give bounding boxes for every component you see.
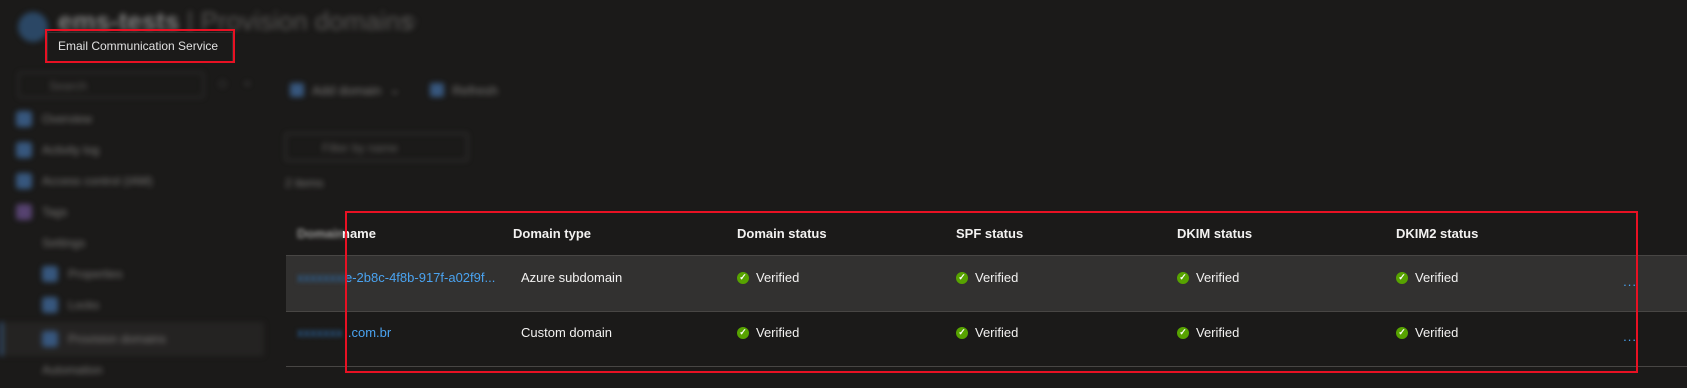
domain-type: Custom domain (521, 325, 613, 340)
sidebar-item-properties[interactable]: Properties (42, 263, 123, 285)
overview-icon (16, 111, 32, 127)
collapse-icon[interactable]: « (244, 76, 251, 90)
activity-log-icon (16, 142, 32, 158)
sidebar-group-settings[interactable]: Settings (16, 232, 85, 254)
more-actions-button[interactable]: ... (1623, 274, 1637, 289)
domain-status: ✓ Verified (737, 325, 799, 340)
column-header-domain-status[interactable]: Domain status (737, 226, 827, 241)
column-header-spf-status[interactable]: SPF status (956, 226, 1023, 241)
add-domain-button[interactable]: Add domain ⌄ (290, 82, 400, 98)
filter-input[interactable]: Filter by name (285, 133, 468, 161)
add-icon (290, 83, 304, 97)
pin-icon[interactable]: ✩ (403, 12, 418, 33)
column-header-name[interactable]: name (342, 226, 376, 241)
domain-name-hidden: xxxxxxx (297, 325, 343, 340)
domain-name-link[interactable]: e-2b8c-4f8b-917f-a02f9f... (345, 270, 495, 285)
check-circle-icon: ✓ (1396, 326, 1408, 339)
sidebar-item-tags[interactable]: Tags (16, 201, 67, 223)
check-circle-icon: ✓ (737, 271, 749, 284)
tooltip-highlight-box (45, 29, 235, 63)
dkim-status: ✓ Verified (1177, 325, 1239, 340)
more-actions-button[interactable]: ... (1623, 329, 1637, 344)
sidebar-group-automation[interactable]: Automation (16, 359, 103, 381)
domain-name-link[interactable]: i.com.br (345, 325, 391, 340)
refresh-button[interactable]: Refresh (430, 82, 498, 98)
row-divider (286, 366, 1687, 367)
dkim2-status: ✓ Verified (1396, 270, 1458, 285)
check-circle-icon: ✓ (1177, 326, 1189, 339)
domain-icon (42, 331, 58, 347)
sidebar-item-overview[interactable]: Overview (16, 108, 92, 130)
check-circle-icon: ✓ (956, 271, 968, 284)
domain-status: ✓ Verified (737, 270, 799, 285)
check-circle-icon: ✓ (1396, 271, 1408, 284)
sidebar-search-input[interactable]: Search (18, 72, 204, 98)
chevron-down-icon (16, 235, 32, 251)
tags-icon (16, 204, 32, 220)
email-service-icon (18, 12, 48, 42)
sidebar-item-activity-log[interactable]: Activity log (16, 139, 99, 161)
sidebar-item-locks[interactable]: Locks (42, 294, 99, 316)
command-bar: Add domain ⌄ Refresh (290, 82, 498, 98)
check-circle-icon: ✓ (737, 326, 749, 339)
column-header-dkim2-status[interactable]: DKIM2 status (1396, 226, 1478, 241)
item-count: 2 items (285, 176, 324, 190)
dkim-status: ✓ Verified (1177, 270, 1239, 285)
check-circle-icon: ✓ (1177, 271, 1189, 284)
sidebar-item-provision-domains[interactable]: Provision domains (42, 328, 166, 350)
column-header-dkim-status[interactable]: DKIM status (1177, 226, 1252, 241)
dkim2-status: ✓ Verified (1396, 325, 1458, 340)
column-header-name-prefix: Domain (297, 226, 345, 241)
refresh-icon (430, 83, 445, 97)
access-control-icon (16, 173, 32, 189)
sidebar-item-access-control[interactable]: Access control (IAM) (16, 170, 153, 192)
expand-icon[interactable]: ◇ (218, 76, 227, 90)
lock-icon (42, 297, 58, 313)
spf-status: ✓ Verified (956, 270, 1018, 285)
domain-type: Azure subdomain (521, 270, 623, 285)
column-header-domain-type[interactable]: Domain type (513, 226, 591, 241)
check-circle-icon: ✓ (956, 326, 968, 339)
sidebar: Search ◇ « Overview Activity log Access … (0, 64, 264, 388)
chevron-right-icon (16, 362, 32, 378)
spf-status: ✓ Verified (956, 325, 1018, 340)
properties-icon (42, 266, 58, 282)
